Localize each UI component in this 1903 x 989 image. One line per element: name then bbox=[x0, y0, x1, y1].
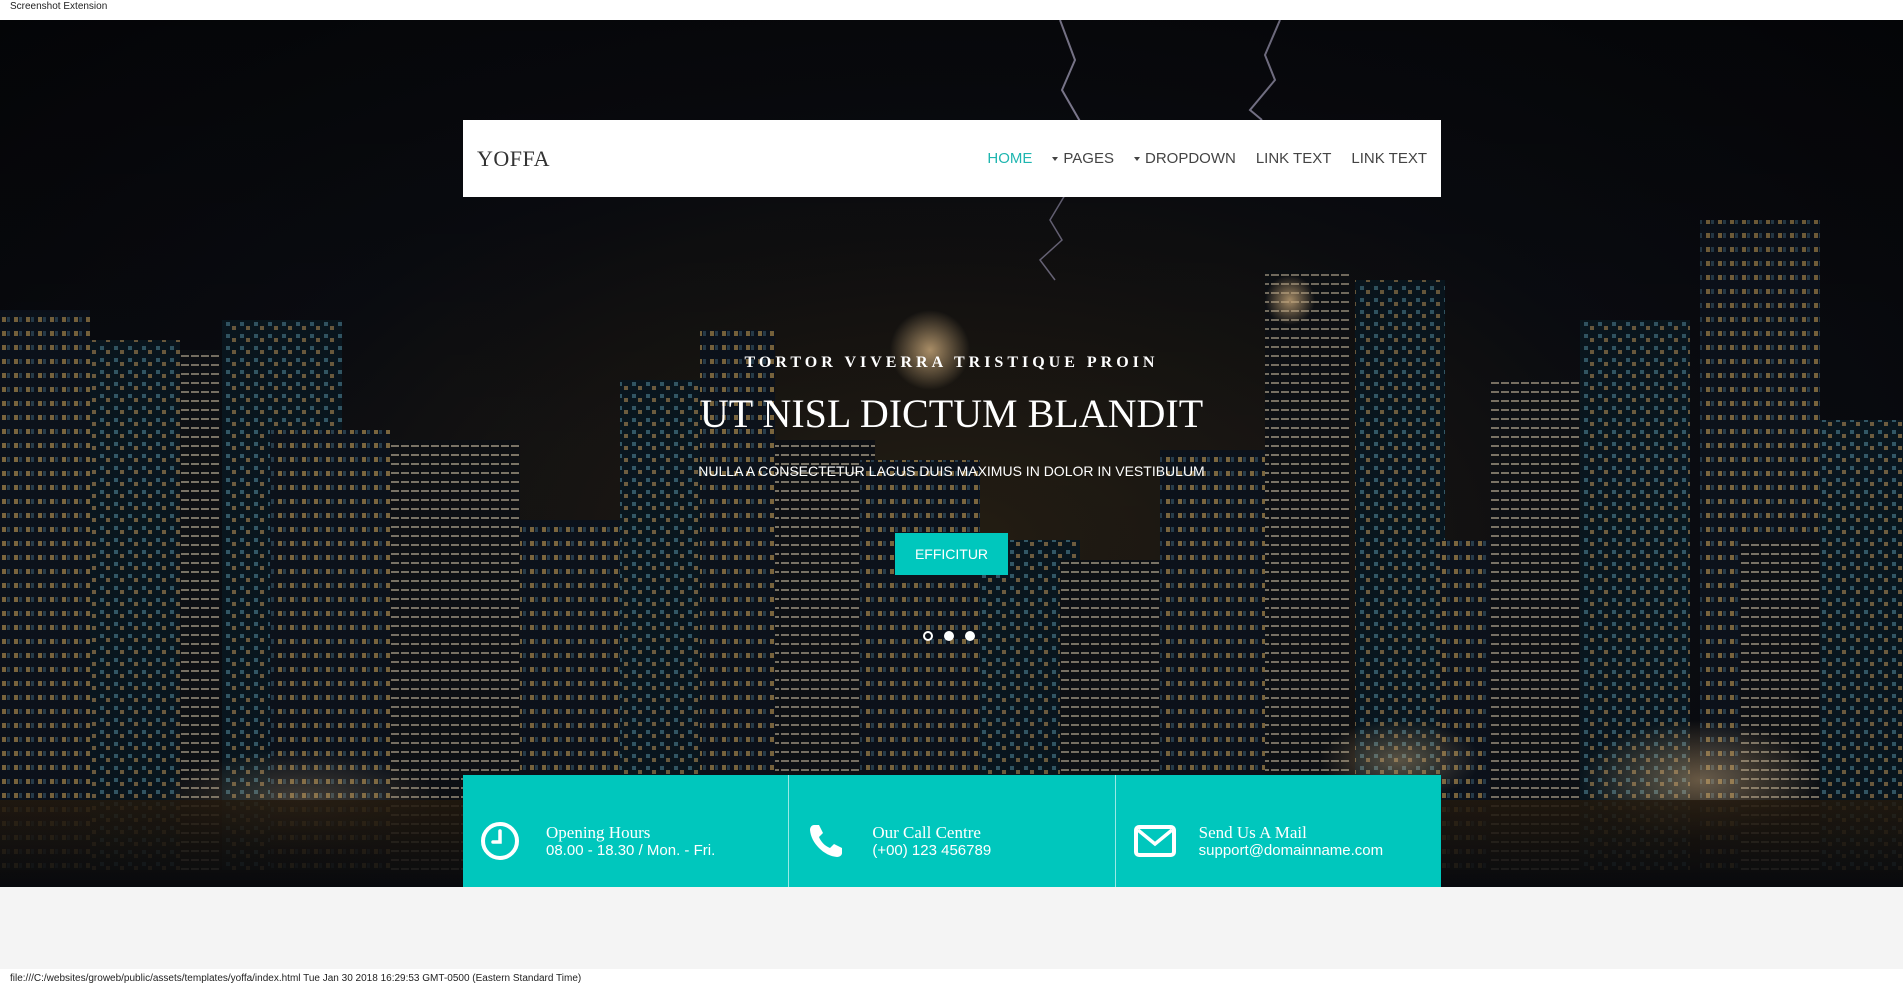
info-text: support@domainname.com bbox=[1198, 842, 1384, 859]
nav-item-label: DROPDOWN bbox=[1144, 150, 1236, 167]
nav-item-label: LINK TEXT bbox=[1351, 150, 1427, 167]
nav-item-pages[interactable]: PAGES bbox=[1052, 150, 1114, 167]
nav-item-label: HOME bbox=[987, 150, 1033, 167]
info-box-opening-hours: Opening Hours 08.00 - 18.30 / Mon. - Fri… bbox=[463, 775, 789, 887]
info-bar: Opening Hours 08.00 - 18.30 / Mon. - Fri… bbox=[463, 775, 1441, 887]
info-box-call-centre: Our Call Centre (+00) 123 456789 bbox=[788, 775, 1115, 887]
page-below-hero bbox=[0, 887, 1903, 969]
info-box-send-mail: Send Us A Mail support@domainname.com bbox=[1114, 775, 1441, 887]
info-text: (+00) 123 456789 bbox=[872, 842, 992, 859]
nav-menu: HOME PAGES DROPDOWN LINK TEXT LINK TEXT bbox=[987, 150, 1427, 167]
capture-footer-text: file:///C:/websites/groweb/public/assets… bbox=[10, 973, 582, 984]
caret-down-icon bbox=[1052, 157, 1059, 161]
extension-label: Screenshot Extension bbox=[10, 1, 108, 12]
nav-item-link-text[interactable]: LINK TEXT bbox=[1256, 150, 1332, 167]
nav-item-home[interactable]: HOME bbox=[987, 150, 1032, 167]
extension-header-bar: Screenshot Extension bbox=[0, 0, 1903, 20]
clock-icon bbox=[481, 822, 519, 860]
mail-icon bbox=[1133, 825, 1176, 857]
caret-down-icon bbox=[1133, 157, 1140, 161]
hero-subline: NULLA A CONSECTETUR LACUS DUIS MAXIMUS I… bbox=[698, 463, 1205, 479]
hero-kicker: TORTOR VIVERRA TRISTIQUE PROIN bbox=[744, 354, 1159, 371]
slider-dot[interactable] bbox=[965, 631, 975, 641]
capture-footer: file:///C:/websites/groweb/public/assets… bbox=[0, 969, 1903, 989]
info-title: Opening Hours bbox=[546, 823, 651, 842]
nav-item-label: PAGES bbox=[1063, 150, 1114, 167]
slider-dot[interactable] bbox=[923, 631, 933, 641]
nav-item-dropdown[interactable]: DROPDOWN bbox=[1133, 150, 1236, 167]
efficitur-button[interactable]: EFFICITUR bbox=[895, 533, 1008, 575]
phone-icon bbox=[810, 825, 843, 857]
info-title: Our Call Centre bbox=[872, 823, 981, 842]
nav-item-label: LINK TEXT bbox=[1255, 150, 1332, 167]
nav-item-link-text[interactable]: LINK TEXT bbox=[1351, 150, 1427, 167]
info-text: 08.00 - 18.30 / Mon. - Fri. bbox=[546, 842, 716, 859]
brand-logo[interactable]: YOFFA bbox=[477, 146, 550, 172]
slider-dot[interactable] bbox=[944, 631, 954, 641]
slider-dots bbox=[923, 631, 975, 641]
info-title: Send Us A Mail bbox=[1198, 823, 1307, 842]
hero-section: TORTOR VIVERRA TRISTIQUE PROIN UT NISL D… bbox=[0, 20, 1903, 887]
top-navbar: YOFFA HOME PAGES DROPDOWN LINK TEXT LINK… bbox=[463, 120, 1441, 197]
hero-headline: UT NISL DICTUM BLANDIT bbox=[699, 391, 1204, 436]
